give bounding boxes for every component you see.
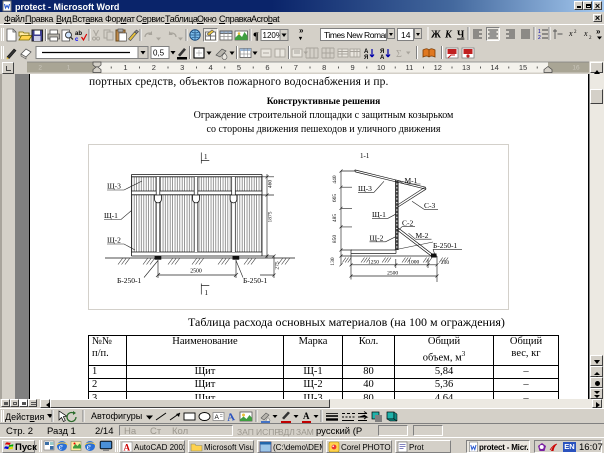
svg-text:2: 2 [574, 30, 577, 35]
svg-text:2500: 2500 [190, 269, 202, 275]
svg-text:A: A [124, 443, 131, 453]
svg-text:2: 2 [589, 36, 592, 41]
svg-text:Б-250-1: Б-250-1 [433, 241, 458, 250]
svg-text:А: А [215, 414, 220, 421]
svg-text:2: 2 [538, 35, 541, 41]
svg-text:1000: 1000 [408, 259, 419, 265]
svg-text:»: » [596, 27, 601, 36]
svg-text:¶: ¶ [253, 31, 259, 43]
svg-text:130: 130 [330, 257, 336, 266]
svg-text:1: 1 [204, 153, 208, 161]
svg-text:1875: 1875 [268, 211, 274, 222]
svg-text:М-2: М-2 [416, 231, 429, 240]
svg-text:Ч: Ч [457, 30, 465, 41]
svg-text:С-3: С-3 [424, 201, 436, 210]
svg-text:6: 6 [265, 63, 269, 72]
svg-text:14: 14 [490, 63, 498, 72]
svg-text:850: 850 [332, 235, 338, 244]
svg-text:460: 460 [268, 180, 274, 189]
svg-text:1: 1 [67, 65, 71, 72]
svg-text:13: 13 [462, 63, 470, 72]
svg-text:485: 485 [332, 214, 338, 223]
svg-text:2: 2 [152, 63, 156, 72]
svg-text:x: x [568, 29, 573, 38]
svg-text:8: 8 [322, 63, 326, 72]
svg-text:С-2: С-2 [402, 219, 414, 228]
svg-text:15: 15 [519, 63, 527, 72]
svg-text:М-1: М-1 [405, 176, 418, 185]
svg-text:1: 1 [205, 289, 209, 297]
svg-text:Щ-2: Щ-2 [107, 236, 121, 245]
svg-text:x: x [583, 29, 588, 38]
svg-text:16: 16 [572, 65, 580, 72]
svg-text:10: 10 [377, 63, 385, 72]
svg-text:1-1: 1-1 [360, 152, 370, 160]
svg-text:1250: 1250 [368, 259, 379, 265]
svg-text:1: 1 [123, 63, 127, 72]
svg-text:665: 665 [332, 194, 338, 203]
svg-text:Щ-2: Щ-2 [370, 234, 384, 243]
svg-text:440: 440 [332, 175, 338, 184]
svg-text:250: 250 [441, 260, 450, 266]
svg-text:Σ: Σ [396, 49, 402, 60]
svg-text:Б-250-1: Б-250-1 [243, 276, 268, 285]
svg-text:3: 3 [180, 63, 184, 72]
svg-text:Щ-1: Щ-1 [104, 211, 118, 220]
svg-text:Щ-3: Щ-3 [358, 184, 372, 193]
svg-text:Щ-1: Щ-1 [372, 210, 386, 219]
svg-text:5: 5 [237, 63, 241, 72]
svg-text:11: 11 [406, 63, 414, 72]
svg-text:2500: 2500 [387, 270, 398, 276]
svg-text:Щ-3: Щ-3 [107, 182, 121, 191]
svg-text:Автофигуры: Автофигуры [91, 411, 142, 421]
svg-text:7: 7 [294, 63, 298, 72]
svg-text:Ж: Ж [431, 30, 441, 41]
svg-text:2: 2 [38, 65, 42, 72]
svg-text:К: К [444, 30, 453, 41]
svg-text:4: 4 [209, 63, 213, 72]
svg-text:А: А [303, 411, 310, 421]
svg-text:9: 9 [351, 63, 355, 72]
svg-text:Б-250-1: Б-250-1 [117, 276, 142, 285]
svg-text:275: 275 [275, 261, 281, 270]
svg-text:0,5: 0,5 [153, 49, 165, 58]
svg-text:12: 12 [434, 63, 442, 72]
